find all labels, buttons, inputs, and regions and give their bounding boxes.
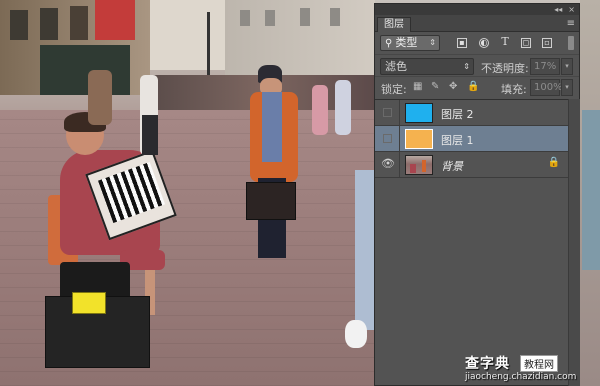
layer-name[interactable]: 图层 1: [441, 132, 474, 148]
lock-row: 锁定: ▦ ✎ ✥ 🔒 填充: 100% ▾: [375, 76, 579, 97]
panel-title-bar: ◂◂ ×: [375, 4, 579, 15]
watermark-url: jiaocheng.chazidian.com: [465, 372, 577, 382]
fill-input[interactable]: 100%: [530, 79, 563, 96]
chevron-updown-icon: ⇕: [429, 38, 436, 47]
opacity-label: 不透明度:: [481, 62, 529, 75]
lock-icon: 🔒: [547, 157, 560, 168]
layer-thumbnail: [405, 129, 433, 149]
panel-menu-icon[interactable]: ≡: [567, 18, 575, 29]
layer-filter-row: ⚲ 类型 ⇕ ▪ ◐ T ◻ ▫: [375, 32, 579, 54]
lock-position-icon[interactable]: ✥: [449, 81, 457, 92]
image-filter-icon[interactable]: ▪: [457, 38, 467, 48]
fill-dropdown-button[interactable]: ▾: [561, 79, 573, 96]
lock-all-icon[interactable]: 🔒: [467, 81, 479, 92]
layer-thumbnail: [405, 103, 433, 123]
fill-label: 填充:: [501, 83, 527, 96]
filter-kind-label: 类型: [395, 36, 418, 49]
filter-toggle-switch[interactable]: [568, 36, 574, 50]
watermark-badge: 教程网: [520, 355, 558, 372]
layer-name[interactable]: 背景: [441, 158, 463, 174]
visibility-off-icon: [383, 134, 392, 143]
smart-object-filter-icon[interactable]: ▫: [542, 38, 552, 48]
lock-label: 锁定:: [381, 83, 407, 96]
adjustment-filter-icon[interactable]: ◐: [479, 38, 489, 48]
tab-layers[interactable]: 图层: [377, 17, 411, 32]
lock-transparent-icon[interactable]: ▦: [413, 81, 422, 92]
layer-list: 图层 2 图层 1 👁 背景 🔒: [375, 99, 568, 181]
opacity-dropdown-button[interactable]: ▾: [561, 58, 573, 75]
collapse-icon[interactable]: ◂◂: [554, 4, 562, 15]
filter-kind-dropdown[interactable]: ⚲ 类型 ⇕: [380, 35, 440, 51]
scrollbar[interactable]: [568, 99, 580, 386]
lock-image-icon[interactable]: ✎: [431, 81, 439, 92]
layers-panel: ◂◂ × 图层 ≡ ⚲ 类型 ⇕ ▪ ◐ T ◻ ▫ 滤色 ⇕ 不透明度: 17%…: [374, 3, 580, 386]
blend-row: 滤色 ⇕ 不透明度: 17% ▾: [375, 54, 579, 76]
watermark-title: 查字典: [465, 356, 510, 372]
eye-icon: 👁: [381, 157, 395, 170]
layer-row[interactable]: 图层 1: [375, 126, 568, 152]
visibility-toggle[interactable]: [375, 126, 400, 151]
layer-row[interactable]: 图层 2: [375, 100, 568, 126]
shape-filter-icon[interactable]: ◻: [521, 38, 531, 48]
layer-thumbnail: [405, 155, 433, 175]
watermark: 查字典 教程网 jiaocheng.chazidian.com: [465, 353, 595, 385]
visibility-toggle[interactable]: 👁: [375, 152, 400, 177]
search-icon: ⚲: [385, 38, 393, 49]
opacity-input[interactable]: 17%: [530, 58, 560, 75]
close-icon[interactable]: ×: [568, 4, 575, 15]
chevron-updown-icon: ⇕: [463, 62, 470, 71]
layer-row[interactable]: 👁 背景 🔒: [375, 152, 568, 178]
layer-name[interactable]: 图层 2: [441, 106, 474, 122]
text-filter-icon[interactable]: T: [500, 36, 510, 48]
blend-mode-value: 滤色: [385, 60, 407, 73]
blend-mode-dropdown[interactable]: 滤色 ⇕: [380, 58, 474, 75]
visibility-off-icon: [383, 108, 392, 117]
visibility-toggle[interactable]: [375, 100, 400, 125]
panel-tab-bar: 图层 ≡: [375, 15, 579, 32]
